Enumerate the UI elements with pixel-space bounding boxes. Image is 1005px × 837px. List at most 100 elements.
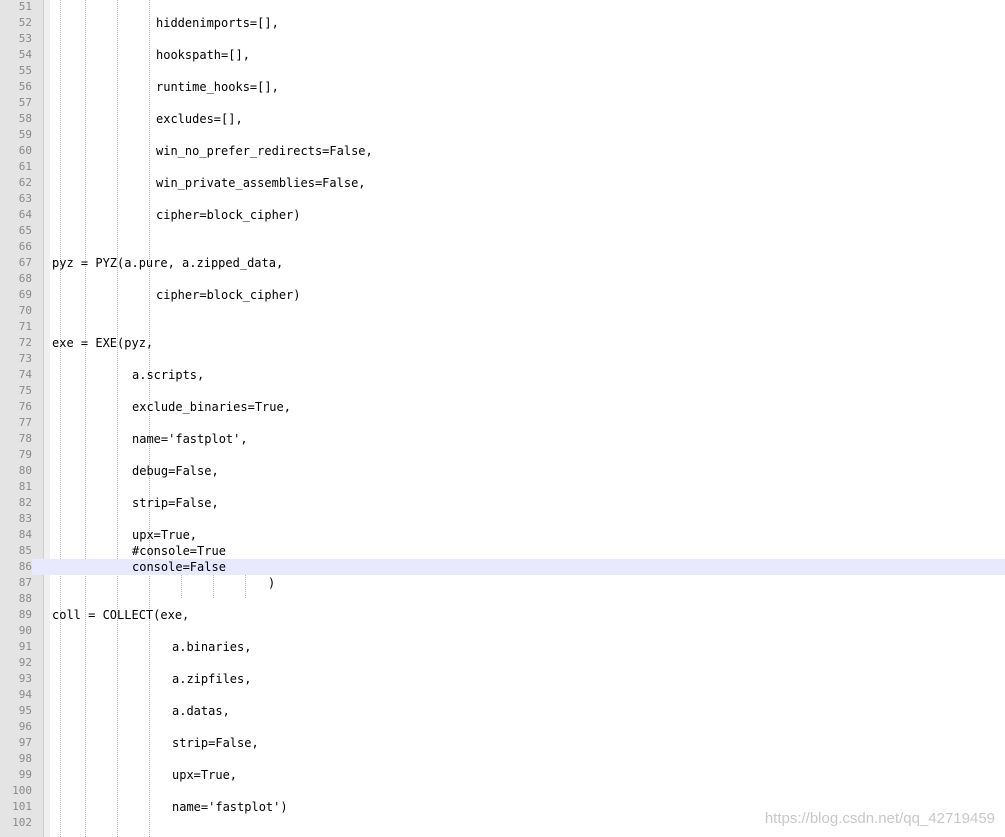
code-line[interactable]: 82 strip=False,	[0, 495, 1005, 511]
code-line[interactable]: 67 pyz = PYZ(a.pure, a.zipped_data,	[0, 255, 1005, 271]
code-line[interactable]: 51	[0, 0, 1005, 15]
code-line[interactable]: 78 name='fastplot',	[0, 431, 1005, 447]
code-text[interactable]: hiddenimports=[],	[156, 15, 279, 31]
code-line[interactable]: 79	[0, 447, 1005, 463]
code-text[interactable]: strip=False,	[132, 495, 219, 511]
code-text[interactable]: win_private_assemblies=False,	[156, 175, 366, 191]
code-line[interactable]: 53	[0, 31, 1005, 47]
line-number: 57	[18, 96, 32, 109]
code-line[interactable]: 70	[0, 303, 1005, 319]
code-text[interactable]: a.binaries,	[172, 639, 251, 655]
line-number: 76	[18, 400, 32, 413]
code-text[interactable]: exclude_binaries=True,	[132, 399, 291, 415]
code-line[interactable]: 80 debug=False,	[0, 463, 1005, 479]
code-line[interactable]: 59	[0, 127, 1005, 143]
line-number: 59	[18, 128, 32, 141]
code-line[interactable]: 76 exclude_binaries=True,	[0, 399, 1005, 415]
line-number: 74	[18, 368, 32, 381]
line-number: 91	[18, 640, 32, 653]
code-line[interactable]: 99 upx=True,	[0, 767, 1005, 783]
code-text[interactable]: hookspath=[],	[156, 47, 250, 63]
code-line[interactable]: 86 console=False	[0, 559, 1005, 575]
code-line[interactable]: 85 #console=True	[0, 543, 1005, 559]
line-number: 89	[18, 608, 32, 621]
code-text[interactable]: upx=True,	[172, 767, 237, 783]
code-text[interactable]: debug=False,	[132, 463, 219, 479]
code-text[interactable]: )	[268, 575, 275, 591]
code-line[interactable]: 73	[0, 351, 1005, 367]
code-line[interactable]: 98	[0, 751, 1005, 767]
code-line[interactable]: 63	[0, 191, 1005, 207]
line-number: 64	[18, 208, 32, 221]
code-text[interactable]: cipher=block_cipher)	[156, 287, 301, 303]
code-line[interactable]: 95 a.datas,	[0, 703, 1005, 719]
code-line[interactable]: 89 coll = COLLECT(exe,	[0, 607, 1005, 623]
line-number: 95	[18, 704, 32, 717]
code-line[interactable]: 60 win_no_prefer_redirects=False,	[0, 143, 1005, 159]
code-line[interactable]: 77	[0, 415, 1005, 431]
code-text[interactable]: a.scripts,	[132, 367, 204, 383]
line-number: 60	[18, 144, 32, 157]
line-number: 84	[18, 528, 32, 541]
line-number: 55	[18, 64, 32, 77]
code-line[interactable]: 66	[0, 239, 1005, 255]
code-line[interactable]: 57	[0, 95, 1005, 111]
code-text[interactable]: name='fastplot')	[172, 799, 288, 815]
code-text[interactable]: strip=False,	[172, 735, 259, 751]
code-text[interactable]: #console=True	[132, 543, 226, 559]
code-line[interactable]: 65	[0, 223, 1005, 239]
line-number: 92	[18, 656, 32, 669]
line-number: 94	[18, 688, 32, 701]
code-line[interactable]: 55	[0, 63, 1005, 79]
code-text[interactable]: pyz = PYZ(a.pure, a.zipped_data,	[52, 255, 283, 271]
code-line[interactable]: 58 excludes=[],	[0, 111, 1005, 127]
code-line[interactable]: 68	[0, 271, 1005, 287]
code-line[interactable]: 87)	[0, 575, 1005, 591]
line-number: 63	[18, 192, 32, 205]
code-text[interactable]: runtime_hooks=[],	[156, 79, 279, 95]
code-line[interactable]: 72 exe = EXE(pyz,	[0, 335, 1005, 351]
code-text[interactable]: cipher=block_cipher)	[156, 207, 301, 223]
line-number: 98	[18, 752, 32, 765]
code-line[interactable]: 88	[0, 591, 1005, 607]
code-line[interactable]: 83	[0, 511, 1005, 527]
code-line[interactable]: 100	[0, 783, 1005, 799]
code-line[interactable]: 75	[0, 383, 1005, 399]
code-line[interactable]: 61	[0, 159, 1005, 175]
code-line[interactable]: 94	[0, 687, 1005, 703]
line-number: 97	[18, 736, 32, 749]
code-line[interactable]: 54 hookspath=[],	[0, 47, 1005, 63]
code-line[interactable]: 71	[0, 319, 1005, 335]
code-line[interactable]: 52 hiddenimports=[],	[0, 15, 1005, 31]
code-text[interactable]: a.datas,	[172, 703, 230, 719]
line-number: 85	[18, 544, 32, 557]
code-line[interactable]: 84 upx=True,	[0, 527, 1005, 543]
code-line[interactable]: 62 win_private_assemblies=False,	[0, 175, 1005, 191]
code-text[interactable]: coll = COLLECT(exe,	[52, 607, 189, 623]
code-line[interactable]: 92	[0, 655, 1005, 671]
code-text[interactable]: upx=True,	[132, 527, 197, 543]
line-number: 52	[18, 16, 32, 29]
code-text[interactable]: console=False	[132, 559, 226, 575]
code-text[interactable]: exe = EXE(pyz,	[52, 335, 153, 351]
code-line[interactable]: 93 a.zipfiles,	[0, 671, 1005, 687]
code-editor[interactable]: 51 52 hiddenimports=[], 53 54 hookspath=[], 55…	[0, 0, 1005, 837]
code-line[interactable]: 91 a.binaries,	[0, 639, 1005, 655]
code-text[interactable]: name='fastplot',	[132, 431, 248, 447]
line-number: 96	[18, 720, 32, 733]
line-number: 83	[18, 512, 32, 525]
code-text[interactable]: excludes=[],	[156, 111, 243, 127]
code-line[interactable]: 81	[0, 479, 1005, 495]
code-line[interactable]: 64 cipher=block_cipher)	[0, 207, 1005, 223]
code-line[interactable]: 90	[0, 623, 1005, 639]
code-text[interactable]: a.zipfiles,	[172, 671, 251, 687]
code-text[interactable]: win_no_prefer_redirects=False,	[156, 143, 373, 159]
code-line[interactable]: 56 runtime_hooks=[],	[0, 79, 1005, 95]
code-line[interactable]: 97 strip=False,	[0, 735, 1005, 751]
line-number: 69	[18, 288, 32, 301]
code-line[interactable]: 69 cipher=block_cipher)	[0, 287, 1005, 303]
code-line[interactable]: 96	[0, 719, 1005, 735]
line-number: 53	[18, 32, 32, 45]
line-number: 77	[18, 416, 32, 429]
code-line[interactable]: 74 a.scripts,	[0, 367, 1005, 383]
